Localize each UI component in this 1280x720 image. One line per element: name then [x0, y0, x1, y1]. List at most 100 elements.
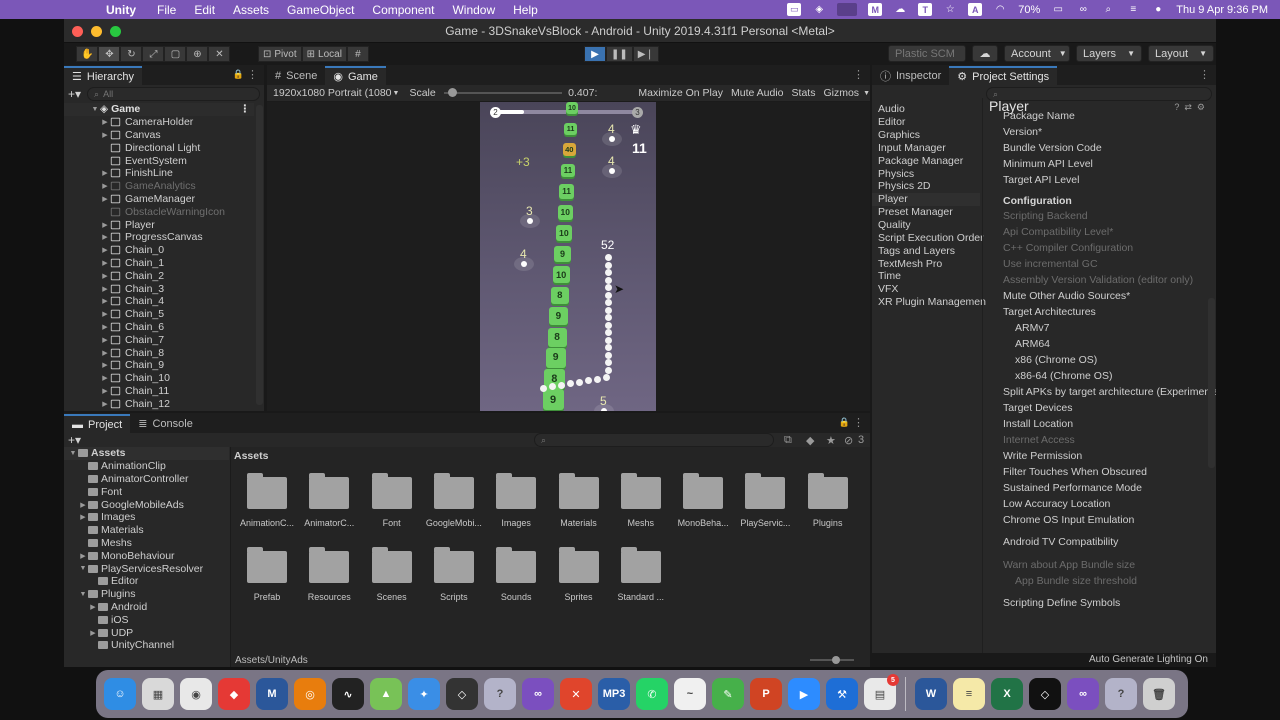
hierarchy-item[interactable]: EventSystem	[64, 154, 254, 167]
menu-file[interactable]: File	[157, 3, 176, 17]
tab-scene[interactable]: # Scene	[267, 66, 325, 85]
expand-arrow-icon[interactable]: ▶	[78, 501, 88, 509]
folder-tree-item[interactable]: ▶ UDP	[64, 626, 229, 639]
asset-folder[interactable]: Font	[362, 473, 422, 528]
tab-inspector[interactable]: ⓘ Inspector	[872, 66, 949, 85]
rect-tool-button[interactable]: ▢	[164, 46, 187, 62]
folder-tree-item[interactable]: ▼ Assets	[64, 447, 229, 460]
expand-arrow-icon[interactable]: ▶	[100, 387, 110, 395]
folder-tree-item[interactable]: ▼ PlayServicesResolver	[64, 562, 229, 575]
menu-help[interactable]: Help	[513, 3, 538, 17]
rotate-tool-button[interactable]: ↻	[120, 46, 143, 62]
mute-audio-toggle[interactable]: Mute Audio	[731, 87, 784, 99]
settings-nav-item[interactable]: Preset Manager	[872, 206, 980, 219]
add-asset-button[interactable]: +▾	[68, 433, 81, 447]
expand-arrow-icon[interactable]: ▶	[100, 297, 110, 305]
hierarchy-item[interactable]: ▶ Canvas	[64, 129, 254, 142]
search-by-label-icon[interactable]: ◆	[806, 434, 814, 447]
expand-arrow-icon[interactable]: ▶	[88, 603, 98, 611]
hierarchy-item[interactable]: ▶ Chain_3	[64, 282, 254, 295]
asset-folder[interactable]: Standard ...	[611, 547, 671, 602]
hierarchy-item[interactable]: ObstacleWarningIcon	[64, 205, 254, 218]
asset-folder[interactable]: AnimatorC...	[299, 473, 359, 528]
hierarchy-item[interactable]: ▶ CameraHolder	[64, 116, 254, 129]
asset-folder[interactable]: Prefab	[237, 547, 297, 602]
asset-folder[interactable]: Sounds	[486, 547, 546, 602]
dock-app-icon[interactable]: ?	[1105, 678, 1137, 710]
settings-nav-item[interactable]: Package Manager	[872, 154, 980, 167]
settings-nav-item[interactable]: Quality	[872, 219, 980, 232]
game-screen[interactable]: 2 3 ♛ 11 +3 52 10 11 40 11 11 10 10 9 10 8 9 8 9 8 9 4…	[480, 102, 656, 411]
scale-tool-button[interactable]: ⤢	[142, 46, 165, 62]
grid-snap-button[interactable]: #	[346, 46, 369, 62]
asset-folder[interactable]: Materials	[549, 473, 609, 528]
text-expander-icon[interactable]: T	[918, 3, 933, 16]
asset-folder[interactable]: MonoBeha...	[673, 473, 733, 528]
hierarchy-search-input[interactable]: ⌕ All	[87, 87, 260, 101]
folder-tree-item[interactable]: Meshs	[64, 537, 229, 550]
expand-arrow-icon[interactable]: ▶	[100, 285, 110, 293]
custom-tool-button[interactable]: ✕	[208, 46, 231, 62]
play-button[interactable]: ▶	[584, 46, 606, 62]
folder-tree-item[interactable]: AnimatorController	[64, 473, 229, 486]
menu-gameobject[interactable]: GameObject	[287, 3, 354, 17]
settings-nav-item[interactable]: VFX	[872, 283, 980, 296]
menubar-app-name[interactable]: Unity	[106, 3, 136, 17]
expand-arrow-icon[interactable]: ▶	[100, 361, 110, 369]
dock-app-icon[interactable]: ⚒	[826, 678, 858, 710]
dock-app-icon[interactable]: ☺	[104, 678, 136, 710]
move-tool-button[interactable]: ✥	[98, 46, 121, 62]
control-center-icon[interactable]: ≡	[1126, 3, 1140, 16]
dock-app-icon[interactable]: 🗑	[1143, 678, 1175, 710]
help-icon[interactable]: ?	[1174, 102, 1184, 112]
asset-folder[interactable]: Sprites	[549, 547, 609, 602]
settings-nav-item[interactable]: XR Plugin Managemen	[872, 296, 986, 309]
expand-arrow-icon[interactable]: ▼	[78, 565, 88, 572]
zoom-window-button[interactable]	[110, 26, 121, 37]
dock-app-icon[interactable]: P	[750, 678, 782, 710]
menu-window[interactable]: Window	[452, 3, 495, 17]
hierarchy-item[interactable]: ▶ Chain_7	[64, 333, 254, 346]
folder-tree-item[interactable]: Materials	[64, 524, 229, 537]
transform-tool-button[interactable]: ⊕	[186, 46, 209, 62]
hierarchy-item[interactable]: ▶ Chain_1	[64, 257, 254, 270]
expand-arrow-icon[interactable]: ▶	[100, 374, 110, 382]
dock-app-icon[interactable]: ✕	[560, 678, 592, 710]
wifi-icon[interactable]: ◠	[993, 3, 1007, 16]
settings-nav-item[interactable]: Audio	[872, 103, 980, 116]
expand-arrow-icon[interactable]: ▶	[78, 513, 88, 521]
settings-nav-item[interactable]: Editor	[872, 116, 980, 129]
close-window-button[interactable]	[72, 26, 83, 37]
layers-dropdown[interactable]: Layers ▼	[1076, 45, 1142, 62]
hierarchy-item[interactable]: ▶ FinishLine	[64, 167, 254, 180]
dock-app-icon[interactable]: ◇	[1029, 678, 1061, 710]
dock-app-icon[interactable]: ∿	[332, 678, 364, 710]
dock-app-icon[interactable]: ∞	[522, 678, 554, 710]
gizmos-dropdown[interactable]: Gizmos	[823, 87, 859, 99]
pivot-toggle[interactable]: ⊡ Pivot	[258, 46, 302, 62]
settings-nav-item[interactable]: Input Manager	[872, 142, 980, 155]
kebab-menu-icon[interactable]: ⋮	[1199, 68, 1210, 81]
dock-app-icon[interactable]: ✎	[712, 678, 744, 710]
step-button[interactable]: ▶❘	[632, 46, 659, 62]
hierarchy-item[interactable]: ▶ Player	[64, 218, 254, 231]
malwarebytes-icon[interactable]: M	[868, 3, 883, 16]
maximize-on-play-toggle[interactable]: Maximize On Play	[638, 87, 723, 99]
settings-nav-item[interactable]: Physics 2D	[872, 180, 980, 193]
dock-app-icon[interactable]: M	[256, 678, 288, 710]
asset-folder[interactable]: GoogleMobi...	[424, 473, 484, 528]
battery-icon[interactable]: ▭	[1051, 3, 1065, 16]
folder-tree-item[interactable]: AnimationClip	[64, 460, 229, 473]
slider-thumb[interactable]	[447, 88, 457, 97]
kebab-menu-icon[interactable]: ⋮	[240, 103, 251, 115]
hidden-packages-icon[interactable]: ⊘	[844, 434, 853, 447]
user-icon[interactable]: ●	[1151, 3, 1165, 16]
folder-tree-item[interactable]: Font	[64, 485, 229, 498]
folder-tree-item[interactable]: ▶ Android	[64, 601, 229, 614]
expand-arrow-icon[interactable]: ▶	[100, 400, 110, 408]
settings-nav-item[interactable]: Time	[872, 270, 980, 283]
hand-tool-button[interactable]: ✋	[76, 46, 99, 62]
folder-tree-item[interactable]: ▼ Plugins	[64, 588, 229, 601]
hierarchy-item[interactable]: Directional Light	[64, 141, 254, 154]
dock-app-icon[interactable]: ≡	[953, 678, 985, 710]
